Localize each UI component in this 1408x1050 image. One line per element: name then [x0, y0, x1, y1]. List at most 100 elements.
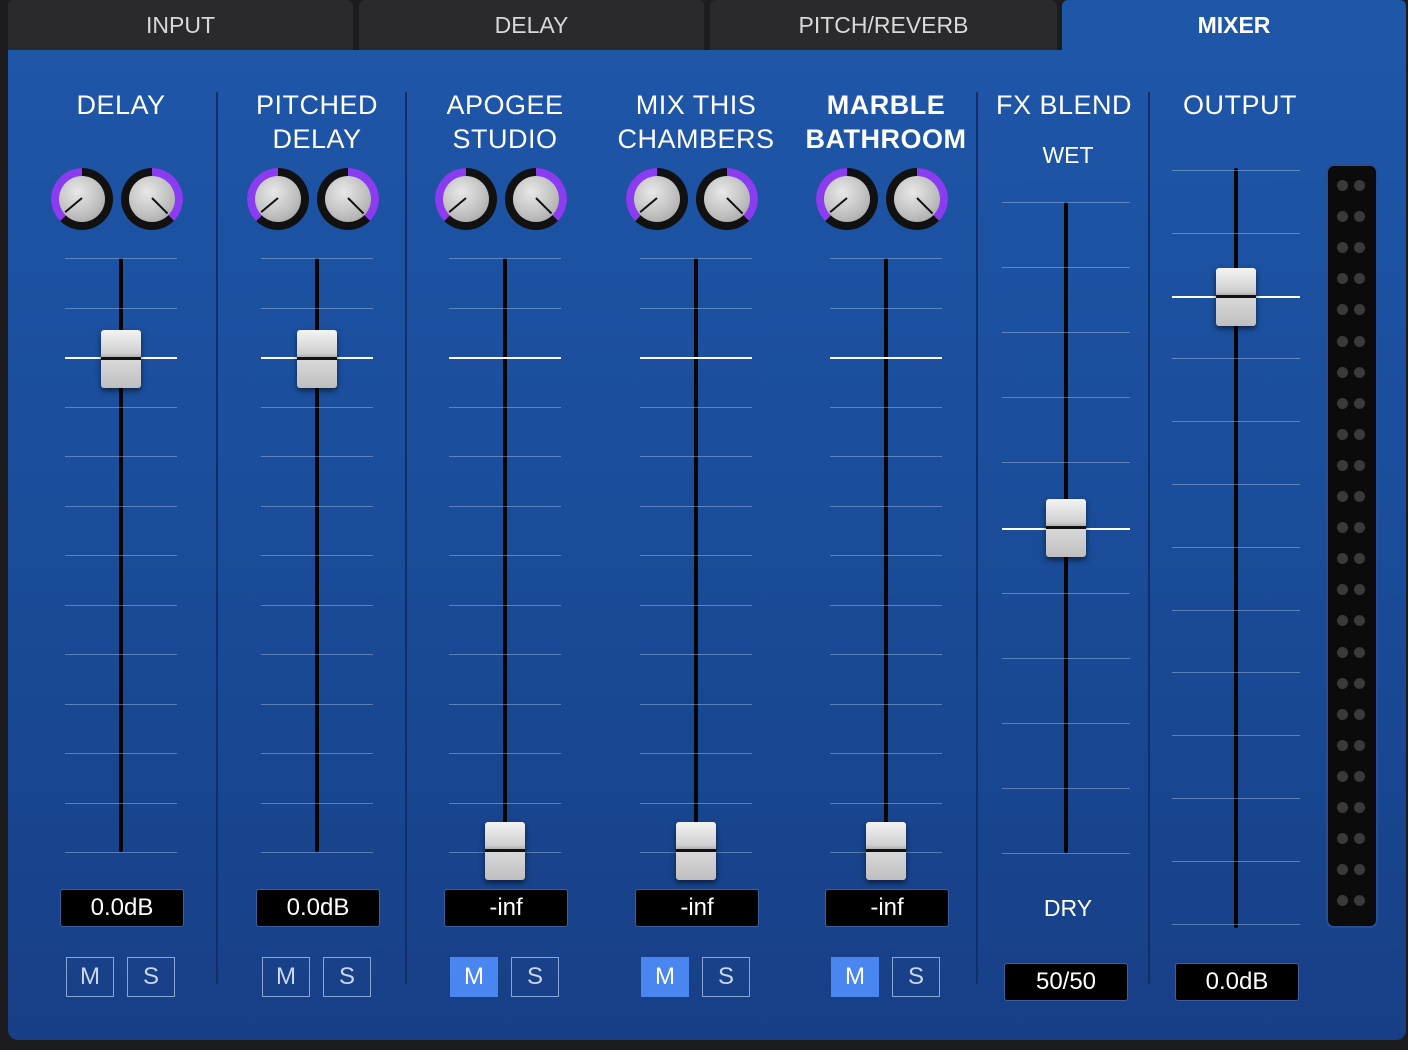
tab-mixer[interactable]: MIXER: [1062, 0, 1406, 52]
tab-pitch-reverb[interactable]: PITCH/REVERB: [710, 0, 1057, 50]
channel-fader-handle[interactable]: [101, 330, 141, 388]
meter-led: [1354, 335, 1365, 347]
channel-fader-scale-mark: [640, 803, 752, 804]
meter-led: [1354, 677, 1365, 689]
meter-led: [1337, 802, 1348, 813]
channel-title: DELAY: [21, 88, 221, 122]
meter-led: [1354, 180, 1365, 191]
mute-button[interactable]: M: [262, 957, 310, 997]
pan-knob-left[interactable]: [816, 168, 878, 230]
pan-knob-right[interactable]: [121, 168, 183, 230]
fx-blend-fader-scale-mark: [1002, 658, 1130, 659]
output-fader-scale-mark: [1172, 735, 1300, 736]
channel-title-line: CHAMBERS: [617, 124, 775, 154]
fx-blend-fader-handle[interactable]: [1046, 499, 1086, 557]
meter-led: [1337, 833, 1348, 845]
meter-led: [1354, 491, 1365, 502]
output-level-meter: [1326, 164, 1378, 928]
channel-fader-scale-mark: [830, 605, 942, 606]
meter-led: [1337, 242, 1348, 254]
channel-level-readout: 0.0dB: [60, 889, 184, 927]
meter-led: [1337, 864, 1348, 876]
channel-fader-scale-mark: [449, 654, 561, 655]
channel-fader-scale-mark: [640, 407, 752, 408]
channel-fader-scale-mark: [261, 308, 373, 309]
channel-fader-scale-mark: [261, 852, 373, 853]
pan-knob-left[interactable]: [435, 168, 497, 230]
solo-button[interactable]: S: [511, 957, 559, 997]
fx-blend-fader-scale-mark: [1002, 397, 1130, 398]
fx-blend-fader-scale-mark: [1002, 267, 1130, 268]
mute-button[interactable]: M: [641, 957, 689, 997]
mute-button[interactable]: M: [66, 957, 114, 997]
pan-knob-left[interactable]: [247, 168, 309, 230]
dry-label: DRY: [1043, 895, 1093, 921]
meter-led: [1354, 864, 1365, 876]
meter-led: [1354, 428, 1365, 440]
pan-knob-left[interactable]: [51, 168, 113, 230]
channel-fader-scale-mark: [830, 456, 942, 457]
channel-fader-scale-mark: [65, 803, 177, 804]
mute-button[interactable]: M: [831, 957, 879, 997]
channel-fader-scale-mark: [65, 407, 177, 408]
solo-button[interactable]: S: [892, 957, 940, 997]
channel-fader-scale-mark: [65, 852, 177, 853]
channel-fader-handle[interactable]: [297, 330, 337, 388]
meter-led: [1354, 211, 1365, 223]
meter-led: [1337, 428, 1348, 440]
channel-fader-scale-mark: [640, 555, 752, 556]
fader-handle-line: [1216, 295, 1256, 298]
meter-led: [1354, 708, 1365, 720]
channel-fader-scale-mark: [261, 704, 373, 705]
output-level-readout: 0.0dB: [1175, 963, 1299, 1001]
meter-led: [1337, 397, 1348, 409]
output-fader-handle[interactable]: [1216, 268, 1256, 326]
pan-knob-right[interactable]: [696, 168, 758, 230]
channel-fader-scale-mark: [261, 803, 373, 804]
meter-led: [1337, 646, 1348, 658]
channel-fader-scale-mark: [261, 456, 373, 457]
channel-divider: [405, 92, 407, 984]
meter-led: [1337, 180, 1348, 191]
output-fader-scale-mark: [1172, 672, 1300, 673]
channel-level-readout: 0.0dB: [256, 889, 380, 927]
pan-knob-right[interactable]: [505, 168, 567, 230]
tab-input[interactable]: INPUT: [8, 0, 353, 50]
mute-button[interactable]: M: [450, 957, 498, 997]
output-fader-scale-mark: [1172, 233, 1300, 234]
channel-fader-scale-mark: [65, 456, 177, 457]
fx-blend-fader-scale-mark: [1002, 202, 1130, 203]
output-fader-scale-mark: [1172, 610, 1300, 611]
pan-knob-left[interactable]: [626, 168, 688, 230]
fx-blend-fader-scale-mark: [1002, 462, 1130, 463]
fader-handle-line: [866, 849, 906, 852]
channel-fader-scale-mark: [830, 506, 942, 507]
meter-led: [1354, 802, 1365, 813]
channel-fader-scale-mark: [830, 555, 942, 556]
solo-button[interactable]: S: [127, 957, 175, 997]
meter-led: [1337, 273, 1348, 285]
pan-knob-right[interactable]: [317, 168, 379, 230]
channel-fader-scale-mark: [830, 704, 942, 705]
fx-blend-fader-scale-mark: [1002, 723, 1130, 724]
channel-fader-handle[interactable]: [676, 822, 716, 880]
channel-fader-scale-mark: [830, 258, 942, 259]
fx-blend-fader-scale-mark: [1002, 788, 1130, 789]
solo-button[interactable]: S: [702, 957, 750, 997]
channel-fader-handle[interactable]: [866, 822, 906, 880]
meter-led: [1354, 553, 1365, 565]
meter-led: [1337, 677, 1348, 689]
channel-fader-handle[interactable]: [485, 822, 525, 880]
fader-handle-line: [101, 357, 141, 360]
channel-fader-scale-mark: [640, 456, 752, 457]
pan-knob-right[interactable]: [886, 168, 948, 230]
solo-button[interactable]: S: [323, 957, 371, 997]
channel-title: PITCHED DELAY: [217, 88, 417, 156]
channel-fader-scale-mark: [449, 555, 561, 556]
tab-delay[interactable]: DELAY: [359, 0, 704, 50]
output-fader-scale-mark: [1172, 421, 1300, 422]
channel-fader-scale-mark: [449, 456, 561, 457]
channel-fader-scale-mark: [640, 704, 752, 705]
meter-led: [1354, 304, 1365, 316]
meter-led: [1354, 770, 1365, 782]
